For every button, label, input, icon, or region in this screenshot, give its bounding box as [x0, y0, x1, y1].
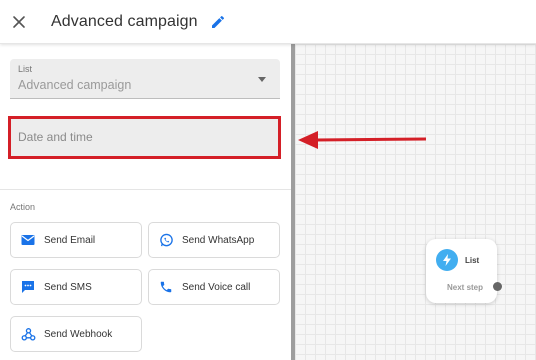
close-icon: [13, 15, 25, 28]
panel-divider[interactable]: [291, 44, 295, 360]
next-step-label: Next step: [447, 283, 484, 292]
close-button[interactable]: [1, 4, 37, 40]
send-whatsapp-button[interactable]: Send WhatsApp: [148, 222, 280, 258]
annotation-arrow: [298, 131, 427, 149]
email-icon: [20, 232, 36, 248]
send-sms-button[interactable]: Send SMS: [10, 269, 142, 305]
sms-icon: [20, 279, 36, 295]
list-label: List: [18, 64, 33, 74]
section-divider: [0, 189, 291, 190]
send-webhook-button[interactable]: Send Webhook: [10, 316, 142, 352]
list-value: Advanced campaign: [18, 78, 132, 92]
page-title: Advanced campaign: [51, 12, 198, 30]
edit-title-button[interactable]: [206, 10, 230, 34]
workflow-canvas[interactable]: [295, 44, 536, 360]
highlight-annotation: [8, 116, 281, 159]
action-label: Send Webhook: [44, 328, 113, 340]
lightning-icon: [436, 249, 458, 271]
list-trigger-node[interactable]: List Next step: [426, 239, 497, 303]
top-bar: Advanced campaign: [0, 0, 536, 44]
action-label: Send SMS: [44, 281, 92, 293]
pencil-icon: [211, 15, 224, 28]
action-label: Send WhatsApp: [182, 234, 255, 246]
webhook-icon: [20, 326, 36, 342]
chevron-down-icon: [258, 77, 266, 82]
phone-icon: [158, 279, 174, 295]
send-email-button[interactable]: Send Email: [10, 222, 142, 258]
send-voice-call-button[interactable]: Send Voice call: [148, 269, 280, 305]
whatsapp-icon: [158, 232, 174, 248]
settings-panel: List Advanced campaign Date and time Act…: [0, 44, 291, 360]
action-label: Send Voice call: [182, 281, 251, 293]
action-section-label: Action: [10, 202, 36, 212]
action-label: Send Email: [44, 234, 96, 246]
next-step-connector[interactable]: [493, 282, 502, 291]
node-title: List: [465, 256, 480, 265]
list-select[interactable]: List Advanced campaign: [10, 59, 280, 99]
